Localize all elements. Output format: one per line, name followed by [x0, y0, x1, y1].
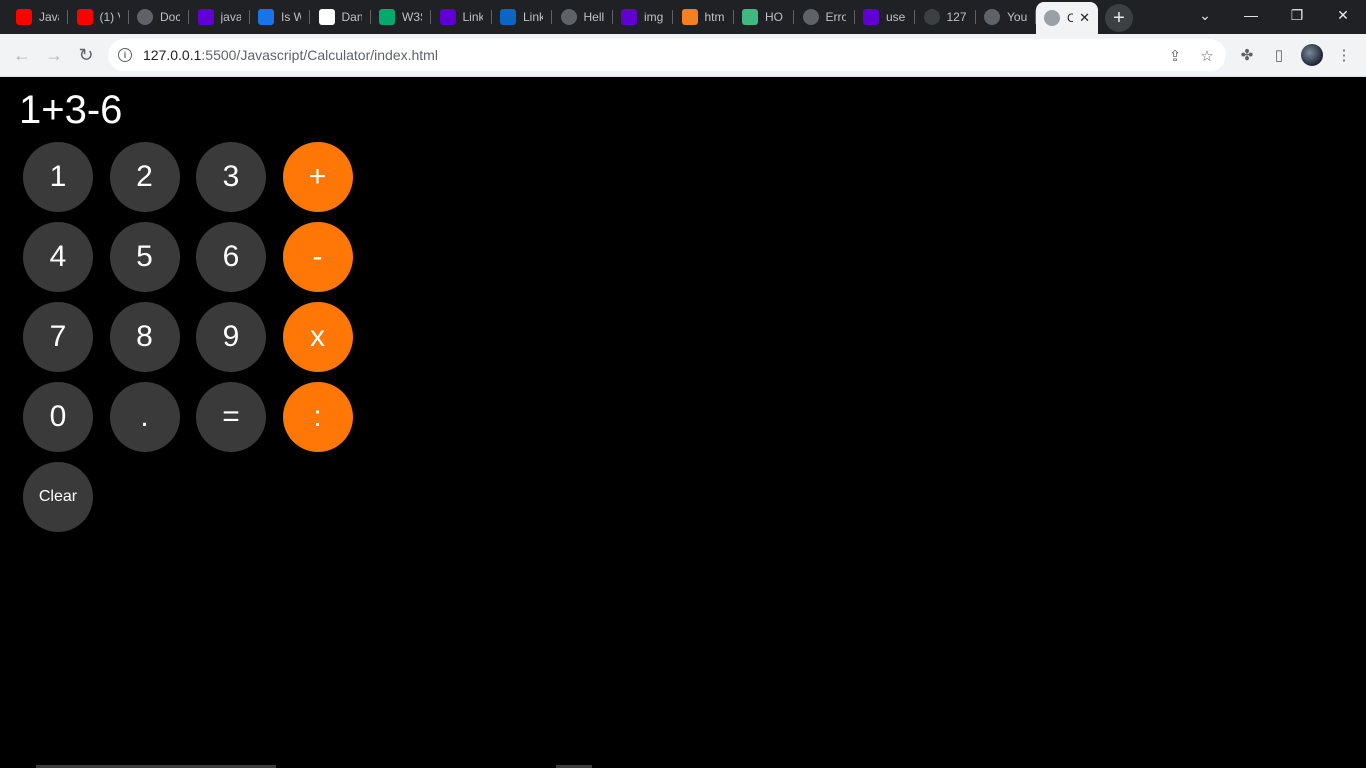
back-button[interactable]: ← — [9, 42, 35, 68]
extensions-icon[interactable]: ✤ — [1236, 44, 1258, 66]
tab-7[interactable]: Link — [432, 4, 492, 30]
tab-0[interactable]: Java — [8, 4, 68, 30]
forward-button[interactable]: → — [41, 42, 67, 68]
key-button[interactable]: 7 — [23, 302, 93, 372]
tab-6[interactable]: W3S — [371, 4, 431, 30]
tab-title: java — [220, 10, 241, 24]
tab-title: htm — [704, 10, 725, 24]
site-info-icon[interactable]: i — [118, 48, 132, 62]
url-path: :5500/Javascript/Calculator/index.html — [201, 47, 438, 63]
profile-avatar[interactable] — [1301, 44, 1323, 66]
url-host: 127.0.0.1 — [143, 47, 202, 63]
globe-icon — [137, 9, 153, 25]
tab-search-chevron-icon[interactable]: ⌄ — [1182, 0, 1228, 30]
key-button[interactable]: x — [282, 302, 353, 372]
tab-title: C — [1067, 11, 1073, 25]
key-button[interactable]: : — [282, 382, 353, 452]
key-button[interactable]: 8 — [109, 302, 180, 372]
tab-10[interactable]: img — [613, 4, 673, 30]
tab-strip: Java (1) V Doc java Is W Dan W3S Link Link Hell im… — [0, 0, 1366, 34]
key-button[interactable]: 6 — [196, 222, 266, 292]
tab-title: Link — [462, 10, 483, 24]
loading-icon — [923, 9, 940, 25]
key-button[interactable]: = — [196, 382, 266, 452]
tab-title: 127 — [946, 10, 967, 24]
tab-12[interactable]: HO — [734, 4, 794, 30]
tab-8[interactable]: Link — [492, 4, 552, 30]
side-panel-icon[interactable]: ▯ — [1268, 44, 1290, 66]
tab-3[interactable]: java — [190, 4, 250, 30]
tab-11[interactable]: htm — [674, 4, 734, 30]
yahoo-icon — [197, 9, 214, 25]
minimize-button[interactable]: — — [1228, 0, 1274, 30]
clear-button[interactable]: Clear — [23, 462, 93, 532]
tab-title: img — [644, 10, 664, 24]
yahoo-icon — [863, 9, 879, 25]
tab-16[interactable]: You — [976, 4, 1036, 30]
tab-title: HO — [765, 10, 783, 24]
tab-14[interactable]: use — [855, 4, 915, 30]
page-viewport: 1+3-6 1 2 3 +4 5 6- 7 8 9 x 0. =: Clear — [0, 77, 1366, 768]
tab-title: Dan — [341, 10, 362, 24]
tab-title: Java — [39, 10, 59, 24]
globe-icon — [802, 9, 819, 25]
globe-icon — [1044, 10, 1060, 26]
address-bar[interactable]: i 127.0.0.1:5500/Javascript/Calculator/i… — [108, 39, 1226, 71]
tab-title: Is W — [281, 10, 301, 24]
close-window-button[interactable]: ✕ — [1320, 0, 1366, 30]
tab-1[interactable]: (1) V — [69, 4, 129, 30]
key-button[interactable]: - — [282, 222, 353, 292]
restore-button[interactable]: ❐ — [1274, 0, 1320, 30]
new-tab-button[interactable]: + — [1105, 4, 1133, 32]
key-button[interactable]: . — [109, 382, 180, 452]
tab-title: W3S — [402, 10, 422, 24]
key-button[interactable]: 0 — [23, 382, 93, 452]
reload-button[interactable]: ↻ — [73, 42, 99, 68]
key-button[interactable]: + — [282, 142, 353, 212]
key-button[interactable]: 2 — [109, 142, 180, 212]
key-button[interactable]: 1 — [23, 142, 93, 212]
tab-title: use — [886, 10, 906, 24]
tab-2[interactable]: Doc — [129, 4, 189, 30]
close-tab-icon[interactable]: ✕ — [1079, 10, 1090, 26]
tab-active[interactable]: C ✕ — [1036, 2, 1098, 34]
tab-4[interactable]: Is W — [250, 4, 310, 30]
tab-13[interactable]: Erro — [795, 4, 855, 30]
share-icon[interactable]: ⇪ — [1166, 47, 1184, 65]
tab-title: You — [1007, 10, 1027, 24]
globe-icon — [984, 9, 1000, 25]
github-icon — [318, 9, 335, 25]
tab-title: Link — [523, 10, 543, 24]
w3schools-icon — [379, 9, 395, 25]
tab-title: Hell — [583, 10, 604, 24]
tab-title: (1) V — [99, 10, 120, 24]
tab-9[interactable]: Hell — [553, 4, 613, 30]
url-text[interactable]: 127.0.0.1:5500/Javascript/Calculator/ind… — [143, 47, 438, 63]
tab-15[interactable]: 127 — [916, 4, 976, 30]
stackoverflow-icon — [681, 9, 698, 25]
bookmark-icon — [258, 9, 274, 25]
key-button[interactable]: 9 — [196, 302, 266, 372]
youtube-icon — [16, 9, 32, 25]
menu-kebab-icon[interactable]: ⋮ — [1333, 44, 1355, 66]
youtube-icon — [76, 9, 93, 25]
key-button[interactable]: 4 — [23, 222, 93, 292]
tab-title: Erro — [825, 10, 846, 24]
yahoo-icon — [621, 9, 637, 25]
yahoo-icon — [439, 9, 456, 25]
bookmark-star-icon[interactable]: ☆ — [1198, 47, 1216, 65]
tab-5[interactable]: Dan — [311, 4, 371, 30]
key-button[interactable]: 3 — [196, 142, 266, 212]
key-button[interactable]: 5 — [109, 222, 180, 292]
tab-title: Doc — [160, 10, 180, 24]
calculator-display: 1+3-6 — [19, 88, 123, 132]
globe-icon — [560, 9, 577, 25]
vue-icon — [742, 9, 758, 25]
linkedin-icon — [500, 9, 516, 25]
browser-toolbar: ← → ↻ i 127.0.0.1:5500/Javascript/Calcul… — [0, 34, 1366, 77]
